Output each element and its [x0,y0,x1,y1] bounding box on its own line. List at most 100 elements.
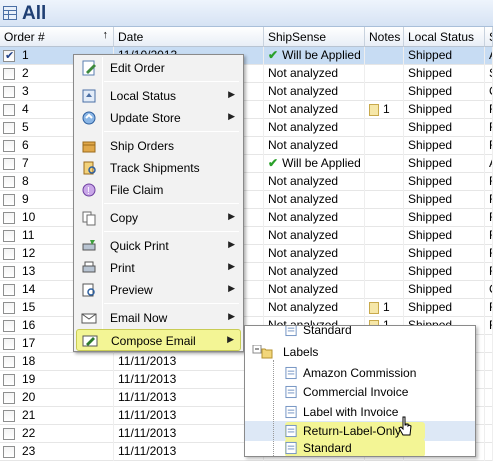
template-document-icon [285,441,297,455]
row-checkbox[interactable] [3,140,15,152]
shipsense-cell-text: Will be Applied [282,48,361,62]
row-checkbox[interactable] [3,48,15,65]
row-checkbox[interactable] [3,122,15,134]
local-status-cell: Shipped [404,173,485,191]
s-cell: R [485,101,493,119]
date-cell-text: 11/11/2013 [118,372,177,386]
menu-item-label: Print [110,261,135,275]
notes-cell: 1 [365,299,404,317]
shipsense-cell: Not analyzed [264,101,365,119]
row-checkbox[interactable] [3,194,15,206]
row-checkbox[interactable] [3,212,15,224]
submenu-item-standard[interactable]: Standard [285,325,455,339]
svg-text:!: ! [87,186,90,197]
column-header-local-status[interactable]: Local Status [404,27,485,47]
column-header-notes[interactable]: Notes [365,27,404,47]
row-checkbox[interactable] [3,356,15,368]
column-header-shipsense[interactable]: ShipSense [264,27,365,47]
menu-item-compose-email[interactable]: Compose Email ▶ [76,329,241,351]
menu-item-email-now[interactable]: Email Now ▶ [76,307,241,329]
row-checkbox[interactable] [3,410,15,422]
menu-item-update-store[interactable]: Update Store ▶ [76,107,241,129]
local-status-cell-text: Shipped [408,48,453,62]
row-checkbox[interactable] [3,68,15,80]
menu-item-preview[interactable]: Preview ▶ [76,279,241,301]
row-checkbox[interactable] [3,302,15,314]
shipsense-cell: Not analyzed [264,83,365,101]
template-document-icon [285,385,297,399]
date-cell-text: 11/11/2013 [118,354,177,368]
column-header-s[interactable]: S [485,27,493,47]
s-cell: R [485,209,493,227]
column-header-date[interactable]: Date [114,27,264,47]
template-document-icon [285,366,297,380]
row-checkbox[interactable] [3,176,15,188]
menu-item-copy[interactable]: Copy ▶ [76,207,241,229]
row-checkbox[interactable] [3,248,15,260]
submenu-item-labels[interactable]: Labels [250,343,420,361]
row-checkbox[interactable] [3,392,15,404]
submenu-item-label: Standard [303,325,352,337]
grid-icon [3,6,17,20]
submenu-arrow-icon: ▶ [228,211,235,221]
shipsense-cell: Not analyzed [264,191,365,209]
submenu-item-amazon-commission[interactable]: Amazon Commission [285,364,455,382]
row-checkbox[interactable] [3,338,15,350]
submenu-item-label: Return-Label-Only [303,424,402,438]
notes-cell [365,191,404,209]
menu-item-track-shipments[interactable]: Track Shipments [76,157,241,179]
local-status-cell-text: Shipped [408,102,453,116]
submenu-arrow-icon: ▶ [228,239,235,249]
s-cell [485,425,493,443]
compose-email-icon [82,335,98,347]
row-checkbox[interactable] [3,104,15,116]
submenu-arrow-icon: ▶ [228,89,235,99]
submenu-arrow-icon: ▶ [228,283,235,293]
submenu-item-commercial-invoice[interactable]: Commercial Invoice [285,383,455,401]
submenu-item-label-with-invoice[interactable]: Label with Invoice [285,403,455,421]
order-number: 11 [22,228,35,242]
row-checkbox[interactable] [3,320,15,332]
checkmark-icon: ✔ [268,156,279,170]
menu-item-label: Quick Print [110,239,169,253]
local-status-cell: Shipped [404,155,485,173]
date-cell: 11/11/2013 [114,389,264,407]
menu-item-file-claim[interactable]: ! File Claim [76,179,241,201]
order-number: 20 [22,390,36,404]
local-status-cell-text: Shipped [408,264,453,278]
menu-item-quick-print[interactable]: Quick Print ▶ [76,235,241,257]
row-checkbox[interactable] [3,158,15,170]
row-checkbox[interactable] [3,266,15,278]
s-cell: R [485,137,493,155]
row-checkbox[interactable] [3,428,15,440]
menu-item-ship-orders[interactable]: Ship Orders [76,135,241,157]
s-cell-text: C [489,282,492,296]
notes-cell [365,65,404,83]
shipsense-cell: Not analyzed [264,245,365,263]
s-cell: R [485,119,493,137]
menu-item-edit-order[interactable]: Edit Order [76,57,241,79]
row-checkbox[interactable] [3,374,15,386]
track-shipments-icon [83,161,96,175]
s-cell [485,353,493,371]
date-cell-text: 11/11/2013 [118,426,177,440]
menu-item-print[interactable]: Print ▶ [76,257,241,279]
email-now-icon [81,313,97,324]
date-cell: 11/11/2013 [114,407,264,425]
row-checkbox[interactable] [3,446,15,458]
row-checkbox[interactable] [3,230,15,242]
submenu-item-label: Amazon Commission [303,366,417,380]
submenu-item-standard[interactable]: Standard [285,439,425,456]
menu-item-local-status[interactable]: Local Status ▶ [76,85,241,107]
order-cell: 21 [0,407,114,425]
shipsense-cell-text: Not analyzed [268,192,339,206]
title-bar: All [0,0,493,27]
order-number: 18 [22,354,36,368]
column-header-order[interactable]: Order # ↑ [0,27,114,47]
row-checkbox[interactable] [3,86,15,98]
shipsense-cell-text: Not analyzed [268,210,339,224]
s-cell-text: R [489,246,492,260]
shipsense-cell-text: Will be Applied [282,156,361,170]
notes-cell-text: 1 [383,300,390,314]
row-checkbox[interactable] [3,284,15,296]
